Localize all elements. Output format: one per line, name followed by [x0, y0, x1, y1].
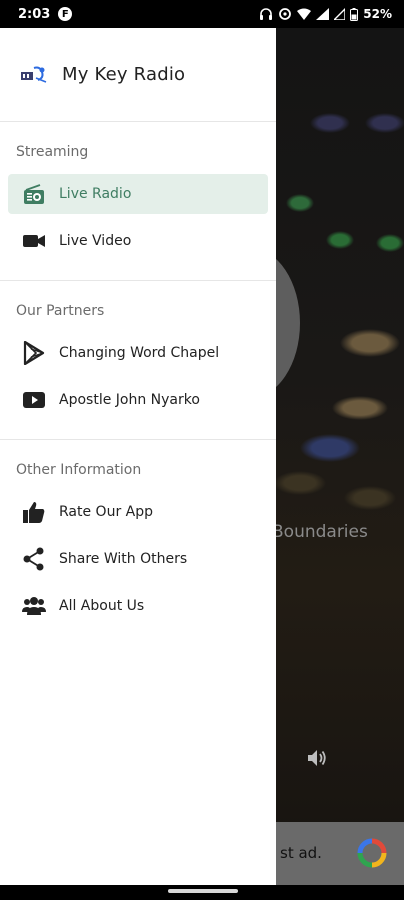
drawer-item-live-video[interactable]: Live Video: [8, 221, 268, 261]
section-other-information: Other Information Rate Our App Share Wit…: [0, 440, 276, 645]
drawer-item-rate-our-app[interactable]: Rate Our App: [8, 492, 268, 532]
status-icons: 52%: [259, 7, 392, 21]
drawer-header: My Key Radio: [0, 28, 276, 122]
drawer-item-label: Apostle John Nyarko: [59, 392, 200, 408]
headphones-icon: [259, 7, 273, 21]
data-saver-icon: [278, 7, 292, 21]
drawer-item-label: All About Us: [59, 598, 145, 614]
battery-icon: [350, 7, 359, 21]
section-partners: Our Partners Changing Word Chapel Apostl…: [0, 281, 276, 440]
drawer-item-label: Live Video: [59, 233, 132, 249]
drawer-item-label: Changing Word Chapel: [59, 345, 220, 361]
status-bar: 2:03 F 52%: [0, 0, 404, 28]
people-icon: [20, 594, 48, 618]
drawer-item-label: Rate Our App: [59, 504, 154, 520]
drawer-item-apostle-john-nyarko[interactable]: Apostle John Nyarko: [8, 380, 268, 420]
drawer-item-label: Share With Others: [59, 551, 188, 567]
drawer-item-share-with-others[interactable]: Share With Others: [8, 539, 268, 579]
thumbs-up-icon: [20, 500, 48, 524]
app-notification-icon: F: [58, 7, 73, 21]
section-title-streaming: Streaming: [16, 144, 89, 160]
wifi-icon: [297, 8, 312, 20]
program-caption: Boundaries: [272, 522, 368, 542]
section-title-partners: Our Partners: [16, 303, 105, 319]
video-camera-icon: [20, 229, 48, 253]
drawer-item-all-about-us[interactable]: All About Us: [8, 586, 268, 626]
share-icon: [20, 547, 48, 571]
ad-logo-icon: [357, 838, 387, 868]
screen: 2:03 F 52% Boundaries st ad. My Key Radi…: [0, 0, 404, 900]
app-logo-icon: [20, 64, 50, 86]
radio-icon: [20, 182, 48, 206]
battery-percent: 52%: [363, 7, 392, 21]
signal-icon: [316, 8, 330, 20]
status-time: 2:03: [18, 6, 51, 22]
drawer-item-changing-word-chapel[interactable]: Changing Word Chapel: [8, 333, 268, 373]
drawer-item-live-radio[interactable]: Live Radio: [8, 174, 268, 214]
home-gesture-handle[interactable]: [168, 889, 238, 893]
navigation-drawer: My Key Radio Streaming Live Radio Live V…: [0, 28, 276, 885]
section-streaming: Streaming Live Radio Live Video: [0, 122, 276, 281]
ad-text: st ad.: [280, 844, 322, 862]
drawer-item-label: Live Radio: [59, 186, 132, 202]
app-title: My Key Radio: [62, 64, 186, 85]
signal-2-icon: [334, 8, 346, 20]
system-navigation-bar: [0, 885, 404, 900]
volume-icon: [306, 748, 328, 768]
section-title-other-information: Other Information: [16, 462, 142, 478]
youtube-icon: [20, 388, 48, 412]
play-store-icon: [20, 341, 48, 365]
